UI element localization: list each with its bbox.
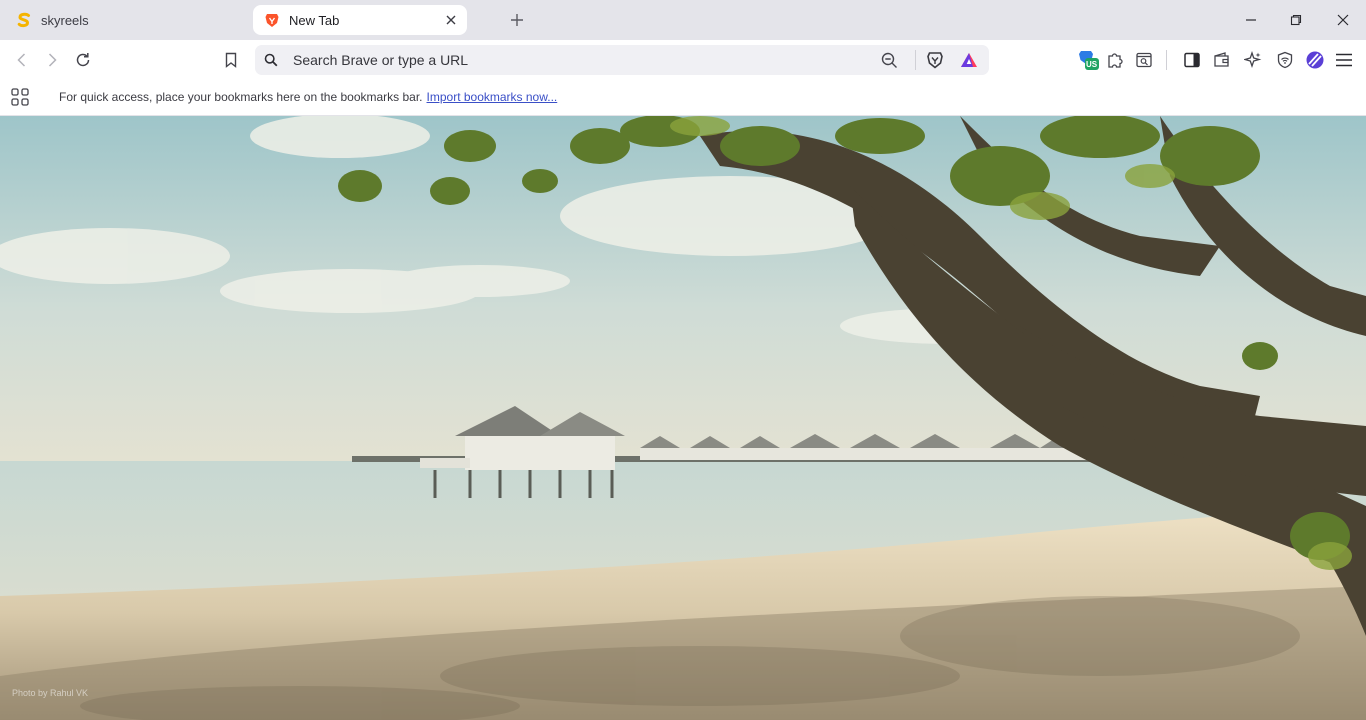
- tab-search-icon[interactable]: [1132, 48, 1156, 72]
- brave-lion-icon: [264, 12, 280, 28]
- omnibox-divider: [915, 50, 916, 70]
- import-bookmarks-link[interactable]: Import bookmarks now...: [427, 90, 558, 104]
- skyreels-icon: [16, 12, 32, 28]
- back-button[interactable]: [10, 48, 34, 72]
- tab-new-tab[interactable]: New Tab: [253, 5, 467, 35]
- new-tab-button[interactable]: [507, 10, 527, 30]
- profile-extension-icon[interactable]: [1303, 48, 1327, 72]
- new-tab-background: Photo by Rahul VK: [0, 116, 1366, 720]
- bookmarks-bar: For quick access, place your bookmarks h…: [0, 80, 1366, 116]
- minimize-button[interactable]: [1228, 8, 1274, 32]
- extensions-icon[interactable]: [1103, 48, 1127, 72]
- leo-ai-icon[interactable]: [1241, 48, 1265, 72]
- restore-button[interactable]: [1273, 8, 1319, 32]
- photo-credit: Photo by Rahul VK: [12, 688, 89, 698]
- vpn-badge: US: [1086, 60, 1098, 69]
- brave-vpn-icon[interactable]: [1273, 48, 1297, 72]
- zoom-icon[interactable]: [881, 52, 898, 74]
- tab-skyreels[interactable]: skyreels: [8, 5, 244, 35]
- close-window-button[interactable]: [1320, 8, 1366, 32]
- tab-title: New Tab: [289, 12, 340, 28]
- toolbar: US: [0, 40, 1366, 80]
- tab-strip: skyreels New Tab: [0, 0, 1366, 40]
- brave-shields-icon[interactable]: [926, 51, 944, 74]
- beach-photo: [0, 116, 1366, 720]
- menu-icon[interactable]: [1332, 48, 1356, 72]
- toolbar-divider: [1166, 50, 1167, 70]
- search-icon: [264, 53, 278, 72]
- forward-button[interactable]: [40, 48, 64, 72]
- search-input[interactable]: [293, 45, 853, 75]
- reload-button[interactable]: [71, 48, 95, 72]
- wallet-icon[interactable]: [1210, 48, 1234, 72]
- sidebar-toggle-icon[interactable]: [1180, 48, 1204, 72]
- brave-rewards-icon[interactable]: [960, 52, 978, 73]
- vpn-extension-icon[interactable]: US: [1076, 48, 1100, 72]
- apps-grid-icon[interactable]: [11, 88, 29, 111]
- bookmark-button[interactable]: [219, 48, 243, 72]
- address-bar[interactable]: [255, 45, 989, 75]
- bookmarks-bar-message: For quick access, place your bookmarks h…: [59, 90, 557, 104]
- bookmarks-hint: For quick access, place your bookmarks h…: [59, 90, 423, 104]
- tab-title: skyreels: [41, 12, 89, 28]
- close-tab-icon[interactable]: [443, 12, 459, 28]
